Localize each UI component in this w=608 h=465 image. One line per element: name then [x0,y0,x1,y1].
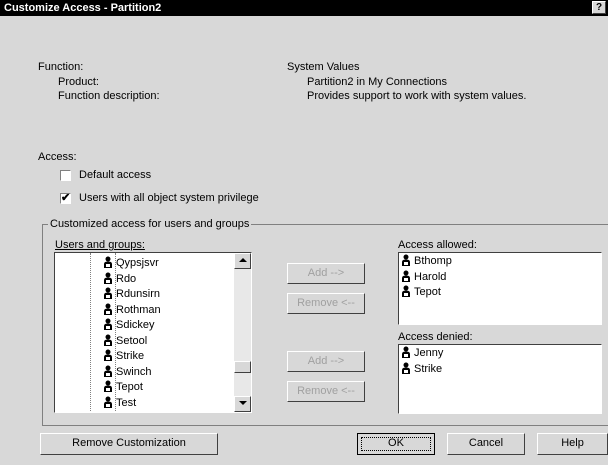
user-lock-icon [104,318,112,330]
user-list-item-label: Tepot [116,381,143,393]
scroll-up-button[interactable] [234,253,251,269]
remove-customization-button[interactable]: Remove Customization [40,433,218,455]
window-title: Customize Access - Partition2 [4,2,162,14]
user-list-item[interactable]: Swinch [103,364,151,380]
user-list-item-label: Rdo [116,272,137,285]
scroll-down-button[interactable] [234,396,251,412]
user-lock-icon [104,365,112,377]
user-lock-icon [104,349,112,361]
user-lock-icon [104,256,112,268]
user-list-item[interactable]: Sdickey [103,317,155,333]
user-list-item-label: Test [116,396,137,409]
user-list-item[interactable]: Rothman [103,302,161,318]
user-list-item-label: Rothman [116,303,161,316]
user-lock-icon [104,396,112,408]
arrow-down-icon [238,401,247,405]
users-and-groups-label: Users and groups: [55,239,145,251]
allowed-list-item[interactable]: Bthomp [401,253,452,269]
function-description-value: Provides support to work with system val… [307,90,527,102]
user-list-item-label: Rdunsirn [116,288,161,300]
remove-allowed-button[interactable]: Remove <-- [287,293,365,314]
user-list-item-label: Qypsjsvr [116,257,159,269]
user-lock-icon [104,334,112,346]
user-list-item[interactable]: Rdunsirn [103,286,160,302]
user-lock-icon [104,287,112,299]
cancel-button[interactable]: Cancel [447,433,525,455]
user-lock-icon [402,254,410,266]
all-object-privilege-checkbox[interactable]: ✔ [60,193,71,204]
all-object-privilege-label[interactable]: Users with all object system privilege [79,192,259,205]
user-lock-icon [402,362,410,374]
allowed-list-item-label: Bthomp [414,255,452,267]
allowed-list-item-label: Tepot [414,286,441,298]
user-lock-icon [104,380,112,392]
user-list-item-label: Sdickey [116,319,155,331]
product-value: Partition2 in My Connections [307,76,448,88]
allowed-list-item[interactable]: Harold [401,269,446,285]
user-list-item[interactable]: Setool [103,333,147,349]
user-list-item[interactable]: Rdo [103,271,136,287]
user-list-item[interactable]: Test [103,395,136,411]
denied-list-item-label: Jenny [414,347,444,359]
checkmark-icon: ✔ [61,192,71,204]
default-access-label[interactable]: Default access [79,169,151,182]
function-description-label: Function description: [58,90,160,102]
user-list-item[interactable]: Strike [103,348,144,364]
product-label: Product: [58,76,99,88]
default-access-checkbox[interactable] [60,170,71,181]
scroll-thumb[interactable] [234,361,251,373]
add-denied-button[interactable]: Add --> [287,351,365,372]
ok-button[interactable]: OK [357,433,435,455]
function-value: System Values [287,61,360,73]
user-list-item-label: Swinch [116,365,152,378]
user-lock-icon [402,285,410,297]
user-list-item-label: Strike [116,350,145,362]
user-lock-icon [104,303,112,315]
user-list-item[interactable]: Qypsjsvr [103,255,159,271]
access-label: Access: [38,151,77,163]
user-lock-icon [104,272,112,284]
access-allowed-list[interactable]: Bthomp Harold Tepot [398,252,602,325]
customized-access-group-label: Customized access for users and groups [48,218,252,231]
user-lock-icon [402,346,410,358]
access-denied-label: Access denied: [398,331,473,343]
denied-list-item-label: Strike [414,362,443,375]
user-list-item[interactable]: Tepot [103,379,143,395]
help-button[interactable]: Help [537,433,608,455]
user-list-item-label: Setool [116,334,148,347]
allowed-list-item[interactable]: Tepot [401,284,441,300]
add-allowed-button[interactable]: Add --> [287,263,365,284]
remove-denied-button[interactable]: Remove <-- [287,381,365,402]
title-help-button[interactable]: ? [592,1,606,14]
function-label: Function: [38,61,84,73]
users-and-groups-list[interactable]: Qypsjsvr Rdo Rdunsirn Rothman Sdickey Setool S… [54,252,252,413]
users-scrollbar[interactable] [234,253,251,412]
allowed-list-item-label: Harold [414,270,447,283]
denied-list-item[interactable]: Strike [401,361,442,377]
arrow-up-icon [238,258,247,262]
denied-list-item[interactable]: Jenny [401,345,443,361]
user-lock-icon [402,270,410,282]
access-allowed-label: Access allowed: [398,239,477,251]
access-denied-list[interactable]: Jenny Strike [398,344,602,414]
